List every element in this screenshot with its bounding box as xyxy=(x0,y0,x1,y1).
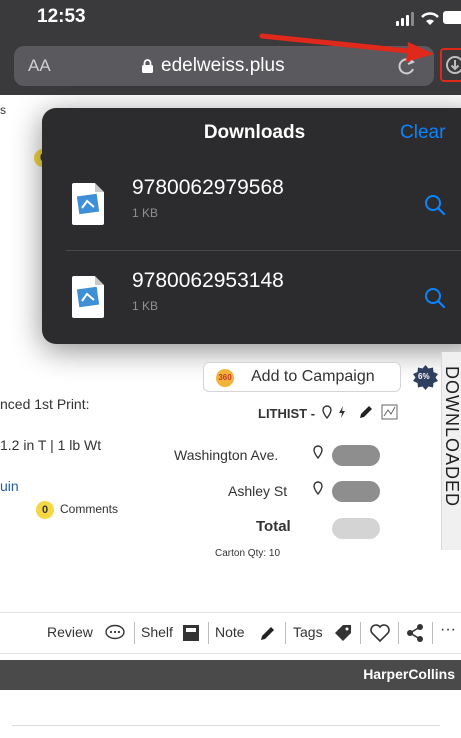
carton-qty: Carton Qty: 10 xyxy=(215,548,281,559)
publisher-bar: HarperCollins xyxy=(0,660,461,690)
document-icon xyxy=(72,276,104,318)
location-pin-icon xyxy=(313,481,323,495)
discount-badge-label: 6% xyxy=(418,372,430,381)
campaign-360-icon: 360 xyxy=(216,369,234,387)
shelf-icon[interactable] xyxy=(182,624,200,642)
publisher-name[interactable]: HarperCollins xyxy=(363,666,455,682)
comments-link[interactable]: Comments xyxy=(60,502,118,516)
signal-icon xyxy=(396,12,418,26)
battery-icon xyxy=(443,11,461,24)
discount-badge: 6% xyxy=(412,364,439,391)
download-item[interactable]: 9780062953148 1 KB xyxy=(42,263,461,341)
lithist-row: LITHIST - xyxy=(258,405,315,423)
review-button[interactable]: Review xyxy=(47,624,93,640)
total-toggle[interactable] xyxy=(332,518,380,539)
total-label: Total xyxy=(256,518,291,535)
search-icon[interactable] xyxy=(424,194,446,216)
action-bar: Review Shelf Note Tags ··· xyxy=(0,612,461,654)
download-size: 1 KB xyxy=(132,299,159,313)
search-icon[interactable] xyxy=(424,287,446,309)
share-icon[interactable] xyxy=(406,624,424,642)
downloaded-label: DOWNLOADED xyxy=(442,366,461,508)
lightning-icon xyxy=(339,406,345,418)
download-item[interactable]: 9780062979568 1 KB xyxy=(42,170,461,248)
clear-button[interactable]: Clear xyxy=(400,122,445,144)
heart-icon[interactable] xyxy=(369,623,391,643)
note-button[interactable]: Note xyxy=(215,624,245,640)
shelf-button[interactable]: Shelf xyxy=(141,624,173,640)
store-name: Ashley St xyxy=(228,483,288,499)
tag-icon[interactable] xyxy=(334,624,352,642)
dimensions-text: 1.2 in T | 1 lb Wt xyxy=(0,437,102,453)
store-toggle[interactable] xyxy=(332,481,380,502)
downloads-popover: Downloads Clear 9780062979568 1 KB 97800… xyxy=(42,108,461,344)
page-fragment-text: s xyxy=(0,103,6,117)
print-label: nced 1st Print: xyxy=(0,396,90,412)
more-button[interactable]: ··· xyxy=(440,621,456,639)
divider xyxy=(66,250,461,251)
speech-bubble-icon[interactable] xyxy=(105,624,125,642)
divider xyxy=(12,725,440,726)
download-filename: 9780062953148 xyxy=(132,269,284,292)
tags-button[interactable]: Tags xyxy=(293,624,323,640)
download-icon xyxy=(446,56,461,74)
downloads-title: Downloads xyxy=(203,122,306,143)
document-icon xyxy=(72,183,104,225)
store-toggle[interactable] xyxy=(332,445,380,466)
pencil-icon[interactable] xyxy=(259,624,277,642)
location-pin-icon xyxy=(322,405,332,419)
wifi-icon xyxy=(421,12,439,25)
download-filename: 9780062979568 xyxy=(132,176,284,199)
annotation-arrow-icon xyxy=(259,33,434,62)
store-name: Washington Ave. xyxy=(174,447,279,463)
text-size-button[interactable]: AA xyxy=(28,56,51,76)
status-time: 12:53 xyxy=(37,6,86,27)
pencil-icon[interactable] xyxy=(358,404,374,420)
publisher-link[interactable]: uin xyxy=(0,478,19,494)
downloaded-side-tab[interactable]: DOWNLOADED xyxy=(441,352,461,550)
comment-count-badge: 0 xyxy=(36,501,54,519)
add-to-campaign-button[interactable]: 360 Add to Campaign xyxy=(203,362,401,392)
add-to-campaign-label: Add to Campaign xyxy=(251,368,375,385)
browser-chrome: 12:53 AA edelweiss.plus xyxy=(0,0,461,95)
lithist-label: LITHIST - xyxy=(258,406,316,421)
download-size: 1 KB xyxy=(132,206,159,220)
chart-icon[interactable] xyxy=(381,404,398,420)
downloads-button[interactable] xyxy=(440,48,461,82)
location-pin-icon xyxy=(313,445,323,459)
lock-icon xyxy=(142,59,153,73)
